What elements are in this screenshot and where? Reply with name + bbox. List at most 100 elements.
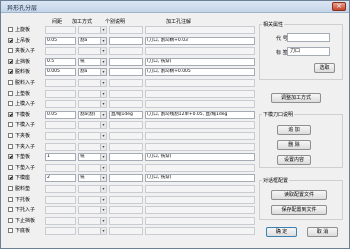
method-select[interactable]: 割a ▾ (78, 36, 107, 45)
depth-field[interactable] (45, 100, 76, 109)
desc-field[interactable] (109, 216, 143, 225)
desc-field[interactable] (109, 163, 143, 172)
depth-field[interactable] (45, 79, 76, 87)
method-select[interactable]: ▾ (78, 142, 107, 151)
desc-field[interactable] (109, 153, 143, 162)
code-input[interactable] (287, 33, 330, 42)
layer-checkbox[interactable] (8, 154, 13, 160)
note-field[interactable] (145, 206, 255, 215)
read-config-button[interactable]: 读取配置文件 (271, 190, 327, 200)
layer-checkbox[interactable] (8, 101, 13, 107)
settings-button[interactable]: 设置内容 (277, 155, 311, 165)
mark-input[interactable]: 刀口 (287, 47, 330, 56)
method-select[interactable]: ▾ (78, 216, 107, 225)
note-field[interactable] (145, 142, 255, 151)
desc-field[interactable] (109, 26, 143, 34)
note-field[interactable] (145, 185, 255, 193)
method-select[interactable]: 铣 ▾ (78, 174, 107, 183)
note-field[interactable] (145, 79, 255, 87)
layer-checkbox[interactable] (8, 69, 13, 75)
desc-field[interactable] (109, 227, 143, 236)
note-field[interactable] (145, 132, 255, 140)
desc-field[interactable] (109, 174, 143, 183)
method-select[interactable]: ▾ (78, 227, 107, 236)
depth-field[interactable] (45, 26, 76, 34)
note-field[interactable]: (刀口, 割a)精+0.005 (145, 68, 255, 77)
depth-field[interactable] (45, 163, 76, 172)
method-select[interactable]: ▾ (78, 206, 107, 215)
layer-checkbox[interactable] (8, 90, 13, 96)
depth-field[interactable] (45, 227, 76, 236)
desc-field[interactable] (109, 79, 143, 87)
method-select[interactable]: ▾ (78, 100, 107, 109)
layer-checkbox[interactable] (8, 175, 13, 181)
desc-field[interactable] (109, 121, 143, 130)
method-select[interactable]: ▾ (78, 26, 107, 34)
note-field[interactable]: (刀口, 割a)精+0.03 (145, 36, 255, 45)
method-select[interactable]: ▾ (78, 89, 107, 98)
layer-checkbox[interactable] (8, 122, 13, 128)
desc-field[interactable] (109, 142, 143, 151)
note-field[interactable] (145, 216, 255, 225)
layer-checkbox[interactable] (8, 37, 13, 43)
layer-checkbox[interactable] (8, 80, 13, 85)
desc-field[interactable] (109, 132, 143, 140)
desc-field[interactable] (109, 57, 143, 66)
depth-field[interactable]: 0.005 (45, 68, 76, 77)
desc-field[interactable] (109, 68, 143, 77)
cancel-button[interactable]: 取 消 (307, 227, 338, 237)
depth-field[interactable] (45, 185, 76, 193)
depth-field[interactable] (45, 89, 76, 98)
desc-field[interactable] (109, 47, 143, 56)
layer-checkbox[interactable] (8, 27, 13, 32)
close-button[interactable]: × (332, 2, 346, 11)
title-bar[interactable]: 异形孔分层 × (1, 1, 349, 13)
adjust-process-button[interactable]: 调整加工方式 (271, 93, 321, 103)
note-field[interactable] (145, 47, 255, 56)
depth-field[interactable]: 2 (45, 174, 76, 183)
depth-field[interactable] (45, 121, 76, 130)
note-field[interactable] (145, 100, 255, 109)
depth-field[interactable] (45, 47, 76, 56)
desc-field[interactable] (109, 185, 143, 193)
desc-field[interactable] (109, 206, 143, 215)
note-field[interactable]: (刀口, 割a)线割12单+0.05, 直/缩1deg (145, 110, 255, 119)
layer-checkbox[interactable] (8, 217, 13, 223)
layer-checkbox[interactable] (8, 164, 13, 170)
delete-button[interactable]: 删 除 (277, 140, 311, 150)
method-select[interactable]: ▾ (78, 163, 107, 172)
depth-field[interactable]: 0.5 (45, 57, 76, 66)
depth-field[interactable] (45, 216, 76, 225)
layer-checkbox[interactable] (8, 48, 13, 54)
desc-field[interactable] (109, 36, 143, 45)
note-field[interactable] (145, 195, 255, 204)
depth-field[interactable]: 0.05 (45, 110, 76, 119)
method-select[interactable]: ▾ (78, 79, 107, 87)
method-select[interactable]: 割a ▾ (78, 68, 107, 77)
desc-field[interactable] (109, 100, 143, 109)
method-select[interactable]: 铣 ▾ (78, 153, 107, 162)
desc-field[interactable] (109, 195, 143, 204)
note-field[interactable] (145, 89, 255, 98)
note-field[interactable] (145, 121, 255, 130)
desc-field[interactable] (109, 89, 143, 98)
depth-field[interactable]: 1 (45, 153, 76, 162)
method-select[interactable]: 铣 ▾ (78, 57, 107, 66)
method-select[interactable]: 割a(割) ▾ (78, 110, 107, 119)
depth-field[interactable]: 0.05 (45, 36, 76, 45)
note-field[interactable] (145, 163, 255, 172)
add-button[interactable]: 追 加 (277, 125, 311, 135)
layer-checkbox[interactable] (8, 111, 13, 117)
note-field[interactable]: (刀口, 铣穿) (145, 174, 255, 183)
layer-checkbox[interactable] (8, 143, 13, 149)
depth-field[interactable] (45, 142, 76, 151)
method-select[interactable]: ▾ (78, 132, 107, 140)
method-select[interactable]: ▾ (78, 121, 107, 130)
layer-checkbox[interactable] (8, 228, 13, 234)
note-field[interactable]: (刀口, 铣穿) (145, 153, 255, 162)
depth-field[interactable] (45, 132, 76, 140)
note-field[interactable] (145, 227, 255, 236)
layer-checkbox[interactable] (8, 196, 13, 202)
layer-checkbox[interactable] (8, 58, 13, 64)
note-field[interactable] (145, 26, 255, 34)
